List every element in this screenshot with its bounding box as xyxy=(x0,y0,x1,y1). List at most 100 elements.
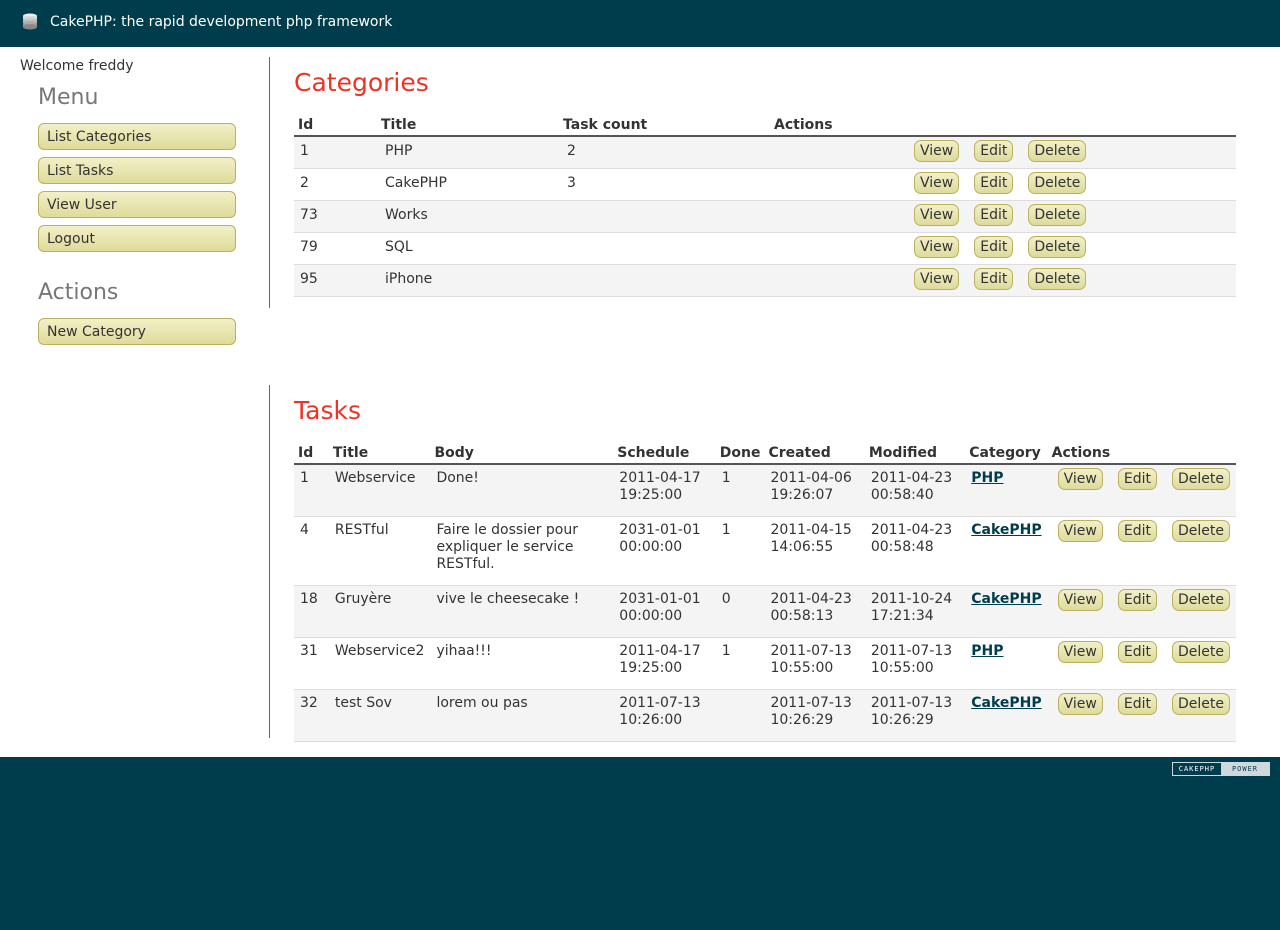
category-link[interactable]: CakePHP xyxy=(971,522,1041,538)
edit-button[interactable]: Edit xyxy=(974,140,1014,162)
logout-button[interactable]: Logout xyxy=(38,225,236,252)
delete-button[interactable]: Delete xyxy=(1172,520,1230,542)
delete-button[interactable]: Delete xyxy=(1028,204,1087,226)
view-button[interactable]: View xyxy=(1057,468,1103,490)
view-button[interactable]: View xyxy=(1057,520,1103,542)
id-cell: 1 xyxy=(294,136,377,169)
delete-button[interactable]: Delete xyxy=(1028,268,1087,290)
delete-button[interactable]: Delete xyxy=(1028,172,1087,194)
task-count-cell: 2 xyxy=(559,136,770,169)
site-title[interactable]: CakePHP: the rapid development php frame… xyxy=(50,14,392,30)
task-count-cell xyxy=(559,232,770,265)
actions-cell: View Edit Delete xyxy=(1047,516,1236,586)
done-cell: 1 xyxy=(715,464,765,517)
view-button[interactable]: View xyxy=(914,172,960,194)
main-content: Welcome freddy Menu List Categories List… xyxy=(0,47,1280,757)
table-row: 4 RESTful Faire le dossier pour expliquer … xyxy=(294,516,1236,586)
column-header[interactable]: Modified xyxy=(864,440,966,465)
view-button[interactable]: View xyxy=(914,268,960,290)
edit-button[interactable]: Edit xyxy=(974,268,1014,290)
column-header[interactable]: Title xyxy=(377,112,559,137)
actions-cell: View Edit Delete xyxy=(770,168,1236,201)
edit-button[interactable]: Edit xyxy=(1117,641,1157,663)
actions-cell: View Edit Delete xyxy=(770,136,1236,169)
view-button[interactable]: View xyxy=(1057,693,1103,715)
powered-left: CAKEPHP xyxy=(1173,763,1221,775)
modified-cell: 2011-07-13 10:26:29 xyxy=(864,689,966,742)
view-user-button[interactable]: View User xyxy=(38,191,236,218)
done-cell xyxy=(715,689,765,742)
category-cell: CakePHP xyxy=(965,689,1048,742)
title-cell: RESTful xyxy=(328,516,431,586)
delete-button[interactable]: Delete xyxy=(1028,140,1087,162)
id-cell: 73 xyxy=(294,200,377,233)
delete-button[interactable]: Delete xyxy=(1172,693,1230,715)
title-cell: test Sov xyxy=(328,689,431,742)
schedule-cell: 2011-04-17 19:25:00 xyxy=(613,464,716,517)
edit-button[interactable]: Edit xyxy=(1117,520,1157,542)
delete-button[interactable]: Delete xyxy=(1172,468,1230,490)
view-button[interactable]: View xyxy=(1057,641,1103,663)
delete-button[interactable]: Delete xyxy=(1172,641,1230,663)
title-cell: Gruyère xyxy=(328,585,431,638)
category-link[interactable]: PHP xyxy=(971,643,1003,659)
category-cell: CakePHP xyxy=(965,516,1048,586)
edit-button[interactable]: Edit xyxy=(1117,693,1157,715)
id-cell: 18 xyxy=(294,585,329,638)
view-button[interactable]: View xyxy=(914,140,960,162)
title-cell: PHP xyxy=(377,136,559,169)
edit-button[interactable]: Edit xyxy=(1117,468,1157,490)
delete-button[interactable]: Delete xyxy=(1028,236,1087,258)
edit-button[interactable]: Edit xyxy=(974,236,1014,258)
id-cell: 2 xyxy=(294,168,377,201)
schedule-cell: 2031-01-01 00:00:00 xyxy=(613,585,716,638)
column-header[interactable]: Title xyxy=(328,440,431,465)
welcome-text: Welcome freddy xyxy=(20,58,134,74)
column-header[interactable]: Id xyxy=(294,440,329,465)
modified-cell: 2011-04-23 00:58:48 xyxy=(864,516,966,586)
title-cell: SQL xyxy=(377,232,559,265)
column-header[interactable]: Done xyxy=(715,440,765,465)
created-cell: 2011-07-13 10:26:29 xyxy=(764,689,865,742)
column-header[interactable]: Task count xyxy=(559,112,770,137)
delete-button[interactable]: Delete xyxy=(1172,589,1230,611)
divider xyxy=(269,385,270,738)
column-header[interactable]: Created xyxy=(764,440,865,465)
cakephp-power-badge[interactable]: CAKEPHP POWER xyxy=(1172,762,1270,776)
view-button[interactable]: View xyxy=(914,204,960,226)
table-row: 2 CakePHP 3 View Edit Delete xyxy=(294,168,1236,201)
title-cell: iPhone xyxy=(377,264,559,297)
table-row: 32 test Sov lorem ou pas 2011-07-13 10:26:0… xyxy=(294,689,1236,742)
view-button[interactable]: View xyxy=(914,236,960,258)
title-cell: Webservice xyxy=(328,464,431,517)
edit-button[interactable]: Edit xyxy=(1117,589,1157,611)
category-link[interactable]: CakePHP xyxy=(971,695,1041,711)
list-categories-button[interactable]: List Categories xyxy=(38,123,236,150)
category-link[interactable]: PHP xyxy=(971,470,1003,486)
id-cell: 1 xyxy=(294,464,329,517)
modified-cell: 2011-04-23 00:58:40 xyxy=(864,464,966,517)
created-cell: 2011-04-23 00:58:13 xyxy=(764,585,865,638)
view-button[interactable]: View xyxy=(1057,589,1103,611)
modified-cell: 2011-07-13 10:55:00 xyxy=(864,637,966,690)
categories-table: Id Title Task count Actions 1 PHP 2 View Edi… xyxy=(294,112,1236,297)
edit-button[interactable]: Edit xyxy=(974,204,1014,226)
tasks-title: Tasks xyxy=(294,396,361,425)
category-link[interactable]: CakePHP xyxy=(971,591,1041,607)
list-tasks-button[interactable]: List Tasks xyxy=(38,157,236,184)
table-row: 1 Webservice Done! 2011-04-17 19:25:00 1 2011… xyxy=(294,464,1236,517)
categories-title: Categories xyxy=(294,68,429,97)
new-category-button[interactable]: New Category xyxy=(38,318,236,345)
actions-cell: View Edit Delete xyxy=(770,264,1236,297)
table-row: 73 Works View Edit Delete xyxy=(294,200,1236,233)
column-header[interactable]: Body xyxy=(430,440,614,465)
column-header[interactable]: Id xyxy=(294,112,377,137)
task-count-cell xyxy=(559,200,770,233)
column-header[interactable]: Schedule xyxy=(613,440,716,465)
actions-heading: Actions xyxy=(38,280,119,305)
edit-button[interactable]: Edit xyxy=(974,172,1014,194)
body-cell: Faire le dossier pour expliquer le servi… xyxy=(430,516,614,586)
column-header[interactable]: Category xyxy=(965,440,1048,465)
body-cell: vive le cheesecake ! xyxy=(430,585,614,638)
created-cell: 2011-04-06 19:26:07 xyxy=(764,464,865,517)
